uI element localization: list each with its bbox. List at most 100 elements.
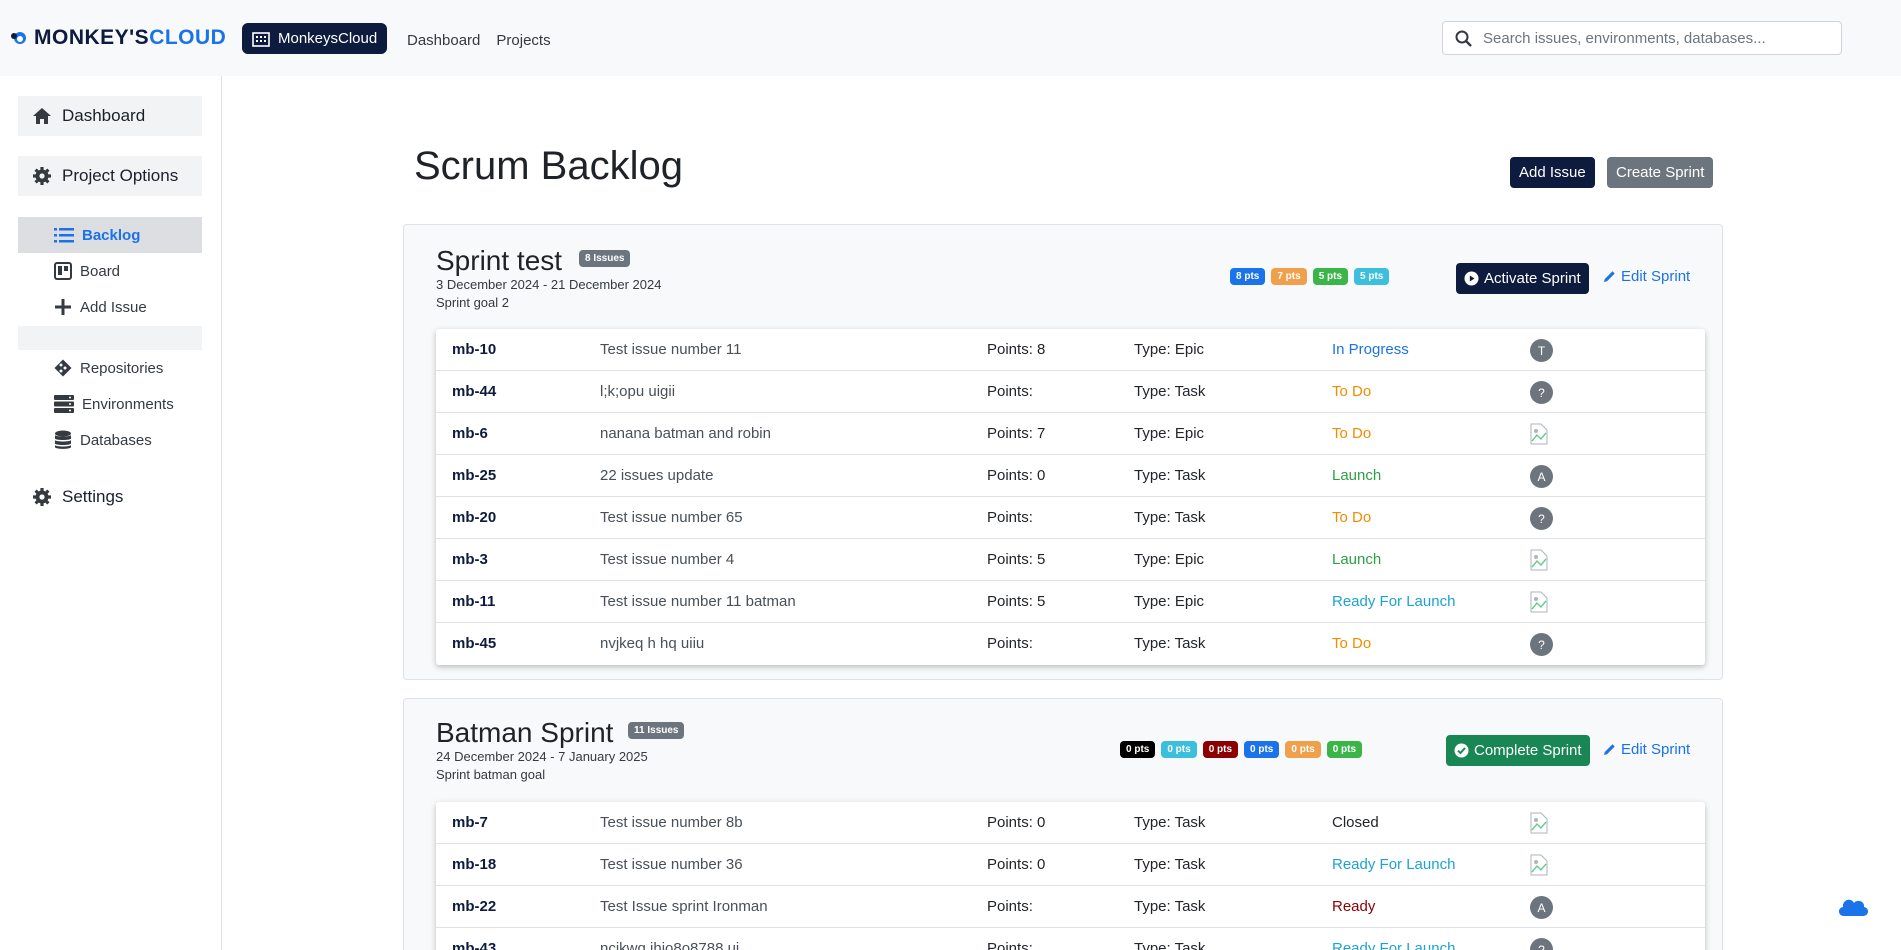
issue-row[interactable]: mb-45 nvjkeq h hq uiiu Points: Type: Tas… (436, 623, 1705, 665)
sidebar-item-project-options[interactable]: Project Options (18, 156, 202, 196)
nav-dashboard-link[interactable]: Dashboard (407, 32, 480, 49)
sidebar-item-label: Databases (80, 431, 152, 449)
sidebar-item-settings[interactable]: Settings (18, 477, 202, 517)
issue-points: Points: (987, 898, 1033, 915)
list-icon (54, 228, 74, 243)
org-selector[interactable]: MonkeysCloud (242, 23, 388, 54)
nav-projects-link[interactable]: Projects (496, 32, 550, 49)
issue-status: Launch (1332, 467, 1382, 484)
issue-key[interactable]: mb-10 (452, 341, 496, 358)
issue-list: mb-7 Test issue number 8b Points: 0 Type… (436, 802, 1705, 950)
issue-points: Points: 0 (987, 467, 1046, 484)
issue-status: Ready For Launch (1332, 940, 1456, 950)
issue-row[interactable]: mb-6 nanana batman and robin Points: 7 T… (436, 413, 1705, 455)
issue-key[interactable]: mb-43 (452, 940, 496, 950)
sidebar-item-label: Settings (62, 487, 124, 506)
issue-row[interactable]: mb-44 l;k;opu uigii Points: Type: Task T… (436, 371, 1705, 413)
issue-row[interactable]: mb-43 ncjkwq ihio8o8788 ui Points: Type:… (436, 928, 1705, 950)
sidebar-item-backlog[interactable]: Backlog (18, 217, 202, 253)
issue-key[interactable]: mb-6 (452, 425, 488, 442)
issue-key[interactable]: mb-25 (452, 467, 496, 484)
sidebar-item-label: Project Options (62, 166, 179, 185)
issue-key[interactable]: mb-11 (452, 593, 495, 610)
button-label: Activate Sprint (1484, 270, 1581, 287)
sprint-card: Batman Sprint 11 Issues 24 December 2024… (403, 698, 1723, 950)
issue-title: nvjkeq h hq uiiu (600, 635, 705, 652)
issue-key[interactable]: mb-45 (452, 635, 496, 652)
issue-points: Points: (987, 635, 1033, 652)
issue-row[interactable]: mb-7 Test issue number 8b Points: 0 Type… (436, 802, 1705, 844)
points-badge: 0 pts (1285, 741, 1321, 758)
sidebar-item-label: Environments (82, 395, 174, 413)
issue-key[interactable]: mb-7 (452, 814, 488, 831)
avatar: A (1530, 896, 1553, 919)
issue-key[interactable]: mb-22 (452, 898, 496, 915)
issue-row[interactable]: mb-3 Test issue number 4 Points: 5 Type:… (436, 539, 1705, 581)
sidebar-item-label: Repositories (80, 359, 164, 377)
points-badges: 8 pts 7 pts 5 pts 5 pts (1230, 268, 1390, 285)
issue-type: Type: Task (1134, 635, 1206, 652)
issue-title: 22 issues update (600, 467, 714, 484)
issue-list: mb-10 Test issue number 11 Points: 8 Typ… (436, 329, 1705, 665)
issue-row[interactable]: mb-18 Test issue number 36 Points: 0 Typ… (436, 844, 1705, 886)
points-badge: 8 pts (1230, 268, 1266, 285)
issue-row[interactable]: mb-22 Test Issue sprint Ironman Points: … (436, 886, 1705, 928)
issue-type: Type: Epic (1134, 425, 1205, 442)
sidebar-item-repositories[interactable]: Repositories (18, 350, 202, 386)
edit-sprint-link[interactable]: Edit Sprint (1603, 741, 1690, 758)
issue-points: Points: (987, 940, 1033, 950)
broken-image-icon (1530, 591, 1548, 613)
edit-sprint-link[interactable]: Edit Sprint (1603, 268, 1690, 285)
search-input[interactable] (1483, 29, 1841, 47)
sidebar-item-add-issue[interactable]: Add Issue (18, 289, 202, 325)
sidebar-item-board[interactable]: Board (18, 253, 202, 289)
issue-points: Points: 5 (987, 551, 1046, 568)
issue-row[interactable]: mb-20 Test issue number 65 Points: Type:… (436, 497, 1705, 539)
avatar: ? (1530, 381, 1553, 404)
avatar: A (1530, 465, 1553, 488)
issue-key[interactable]: mb-3 (452, 551, 488, 568)
issue-points: Points: 5 (987, 593, 1046, 610)
issue-title: Test issue number 4 (600, 551, 735, 568)
button-label: Complete Sprint (1474, 742, 1582, 759)
issue-title: Test Issue sprint Ironman (600, 898, 768, 915)
sprint-goal: Sprint batman goal (436, 767, 546, 782)
issue-status: Closed (1332, 814, 1379, 831)
pencil-icon (1604, 271, 1615, 282)
sprint-dates: 3 December 2024 - 21 December 2024 (436, 277, 662, 292)
issue-row[interactable]: mb-11 Test issue number 11 batman Points… (436, 581, 1705, 623)
sidebar-item-databases[interactable]: Databases (18, 422, 202, 458)
issue-key[interactable]: mb-18 (452, 856, 496, 873)
sidebar: Dashboard Project Options Backlog Board … (0, 76, 222, 950)
sprint-name: Batman Sprint (436, 717, 614, 748)
points-badge: 0 pts (1326, 741, 1363, 758)
sidebar-item-dashboard[interactable]: Dashboard (18, 96, 202, 136)
cloud-icon[interactable] (1836, 894, 1870, 918)
points-badge: 7 pts (1271, 268, 1307, 285)
issue-key[interactable]: mb-20 (452, 509, 496, 526)
issue-type: Type: Epic (1134, 593, 1205, 610)
create-sprint-button[interactable]: Create Sprint (1607, 157, 1714, 188)
issue-title: nanana batman and robin (600, 425, 771, 442)
add-issue-button[interactable]: Add Issue (1510, 157, 1595, 188)
complete-sprint-button[interactable]: Complete Sprint (1446, 735, 1590, 766)
sprint-name: Sprint test (436, 245, 563, 276)
git-icon (54, 359, 72, 377)
logo-text-right: CLOUD (149, 26, 227, 49)
sidebar-divider (18, 326, 202, 350)
issue-type: Type: Task (1134, 467, 1206, 484)
board-icon (54, 262, 72, 280)
sidebar-item-environments[interactable]: Environments (18, 386, 202, 422)
search-box[interactable] (1442, 21, 1842, 55)
brand-logo[interactable]: MONKEY'S CLOUD (10, 26, 226, 50)
points-badge: 0 pts (1244, 741, 1280, 758)
issue-title: ncjkwq ihio8o8788 ui (600, 940, 740, 950)
broken-image-icon (1530, 854, 1548, 876)
server-icon (54, 395, 74, 413)
issue-row[interactable]: mb-10 Test issue number 11 Points: 8 Typ… (436, 329, 1705, 371)
issue-row[interactable]: mb-25 22 issues update Points: 0 Type: T… (436, 455, 1705, 497)
sidebar-item-label: Backlog (82, 226, 141, 244)
activate-sprint-button[interactable]: Activate Sprint (1456, 263, 1589, 294)
issue-key[interactable]: mb-44 (452, 383, 496, 400)
top-nav: Dashboard Projects (407, 32, 551, 49)
